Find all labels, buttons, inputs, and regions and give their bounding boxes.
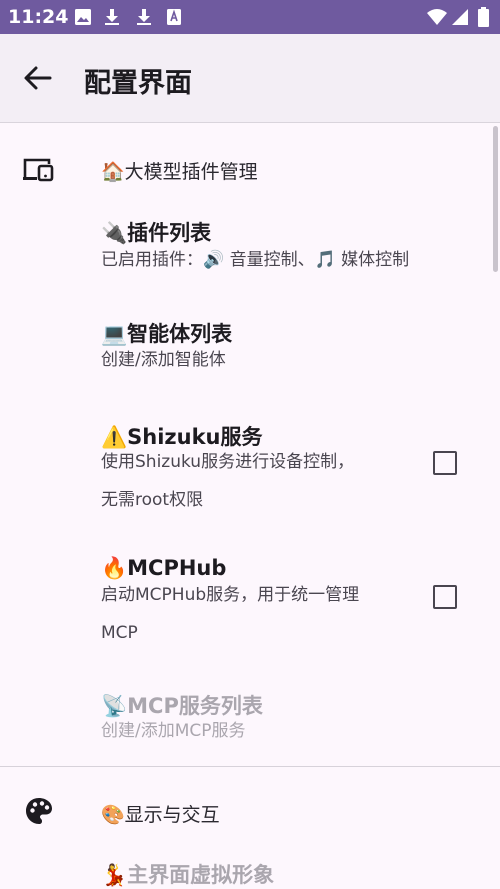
download-icon [137,9,151,25]
pref-summary: 创建/添加MCP服务 [101,721,246,741]
image-icon [75,9,91,25]
signal-icon [452,9,468,25]
pref-title: 💃主界面虚拟形象 [101,863,275,887]
palette-icon [26,798,52,824]
shizuku-checkbox[interactable] [433,451,457,475]
mcphub-checkbox[interactable] [433,585,457,609]
category-title-plugins: 🏠大模型插件管理 [101,161,258,183]
download-icon [105,9,119,25]
category-title-display: 🎨显示与交互 [101,804,220,826]
devices-icon [23,158,54,182]
page-title: 配置界面 [84,68,192,99]
status-time: 11:24 [8,6,69,28]
divider [0,766,500,767]
wifi-icon [427,9,447,25]
pref-shizuku-service[interactable]: ⚠️Shizuku服务 使用Shizuku服务进行设备控制，无需root权限 [0,412,500,516]
pref-summary: 创建/添加智能体 [101,350,226,370]
arrow-back-icon[interactable] [22,64,54,92]
font-icon [167,9,181,25]
pref-mcp-service-list[interactable]: 📡MCP服务列表 创建/添加MCP服务 [0,682,500,752]
pref-mcphub[interactable]: 🔥MCPHub 启动MCPHub服务，用于统一管理MCP [0,548,500,652]
pref-agent-list[interactable]: 💻智能体列表 创建/添加智能体 [0,310,500,386]
app-bar: 配置界面 [0,34,500,123]
pref-summary: 使用Shizuku服务进行设备控制，无需root权限 [101,452,355,510]
pref-summary: 已启用插件：🔊 音量控制、🎵 媒体控制 [101,250,410,270]
battery-icon [478,7,489,27]
pref-plugin-list[interactable]: 🔌插件列表 已启用插件：🔊 音量控制、🎵 媒体控制 [0,210,500,290]
pref-avatar[interactable]: 💃主界面虚拟形象 [0,852,500,889]
status-bar: 11:24 [0,0,500,34]
pref-summary: 启动MCPHub服务，用于统一管理MCP [101,585,360,643]
